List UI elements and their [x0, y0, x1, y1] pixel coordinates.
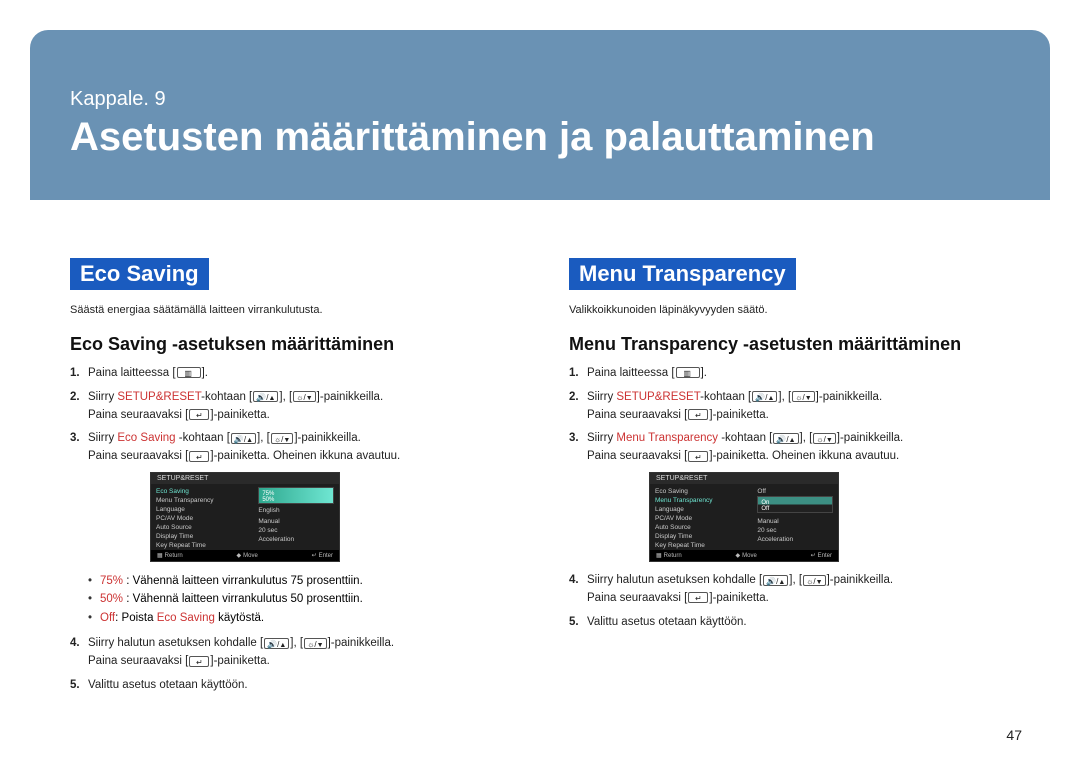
- osd-menu-list: Eco Saving Menu Transparency Language PC…: [655, 487, 753, 550]
- vol-up-icon: 🔊/: [773, 433, 798, 444]
- menu-subtitle: Menu Transparency -asetusten määrittämin…: [569, 334, 1020, 355]
- eco-step-5: 5. Valittu asetus otetaan käyttöön.: [70, 677, 521, 695]
- content-area: Eco Saving Säästä energiaa säätämällä la…: [70, 258, 1020, 701]
- vol-up-icon: 🔊/: [231, 433, 256, 444]
- menu-steps: 1. Paina laitteessa [▥]. 2. Siirry SETUP…: [569, 365, 1020, 466]
- eco-options-list: 75% : Vähennä laitteen virrankulutus 75 …: [88, 572, 521, 627]
- page-number: 47: [1006, 727, 1022, 743]
- osd-footer: ▦ Return ◆ Move ↵ Enter: [650, 550, 838, 561]
- bright-down-icon: ☼/: [293, 391, 316, 402]
- enter-button-icon: ↵: [688, 409, 708, 420]
- chapter-title: Asetusten määrittäminen ja palauttaminen: [70, 115, 875, 160]
- enter-button-icon: ↵: [189, 656, 209, 667]
- bright-down-icon: ☼/: [803, 575, 826, 586]
- eco-osd-screenshot: SETUP&RESET Eco Saving Menu Transparency…: [150, 472, 340, 562]
- menu-intro: Valikkoikkunoiden läpinäkyvyyden säätö.: [569, 304, 1020, 316]
- menu-steps-cont: 4. Siirry halutun asetuksen kohdalle [🔊/…: [569, 572, 1020, 631]
- eco-opt-off: Off: Poista Eco Saving käytöstä.: [88, 609, 521, 627]
- eco-subtitle: Eco Saving -asetuksen määrittäminen: [70, 334, 521, 355]
- menu-step-5: 5. Valittu asetus otetaan käyttöön.: [569, 614, 1020, 632]
- enter-button-icon: ↵: [688, 592, 708, 603]
- menu-step-1: 1. Paina laitteessa [▥].: [569, 365, 1020, 383]
- chapter-label: Kappale. 9: [70, 88, 166, 111]
- menu-button-icon: ▥: [676, 367, 700, 378]
- osd-title: SETUP&RESET: [151, 473, 339, 484]
- eco-title: Eco Saving: [70, 258, 209, 290]
- vol-up-icon: 🔊/: [264, 638, 289, 649]
- menu-title: Menu Transparency: [569, 258, 796, 290]
- osd-values: Off OnOff Manual 20 sec Acceleration: [757, 487, 833, 550]
- eco-opt-50: 50% : Vähennä laitteen virrankulutus 50 …: [88, 590, 521, 608]
- osd-preview: OnOff: [757, 496, 833, 513]
- osd-footer: ▦ Return ◆ Move ↵ Enter: [151, 550, 339, 561]
- osd-values: 75%50% English Manual 20 sec Acceleratio…: [258, 487, 334, 550]
- menu-transparency-section: Menu Transparency Valikkoikkunoiden läpi…: [569, 258, 1020, 701]
- vol-up-icon: 🔊/: [763, 575, 788, 586]
- bright-down-icon: ☼/: [304, 638, 327, 649]
- vol-up-icon: 🔊/: [253, 391, 278, 402]
- osd-menu-list: Eco Saving Menu Transparency Language PC…: [156, 487, 254, 550]
- eco-saving-section: Eco Saving Säästä energiaa säätämällä la…: [70, 258, 521, 701]
- osd-title: SETUP&RESET: [650, 473, 838, 484]
- eco-opt-75: 75% : Vähennä laitteen virrankulutus 75 …: [88, 572, 521, 590]
- menu-step-3: 3. Siirry Menu Transparency -kohtaan [🔊/…: [569, 430, 1020, 466]
- enter-button-icon: ↵: [688, 451, 708, 462]
- bright-down-icon: ☼/: [813, 433, 836, 444]
- enter-button-icon: ↵: [189, 409, 209, 420]
- eco-steps: 1. Paina laitteessa [▥]. 2. Siirry SETUP…: [70, 365, 521, 466]
- osd-preview: 75%50%: [258, 487, 334, 504]
- menu-step-2: 2. Siirry SETUP&RESET-kohtaan [🔊/], [☼/]…: [569, 389, 1020, 425]
- enter-button-icon: ↵: [189, 451, 209, 462]
- eco-step-1: 1. Paina laitteessa [▥].: [70, 365, 521, 383]
- eco-step-2: 2. Siirry SETUP&RESET-kohtaan [🔊/], [☼/]…: [70, 389, 521, 425]
- menu-osd-screenshot: SETUP&RESET Eco Saving Menu Transparency…: [649, 472, 839, 562]
- vol-up-icon: 🔊/: [752, 391, 777, 402]
- bright-down-icon: ☼/: [271, 433, 294, 444]
- menu-step-4: 4. Siirry halutun asetuksen kohdalle [🔊/…: [569, 572, 1020, 608]
- eco-steps-cont: 4. Siirry halutun asetuksen kohdalle [🔊/…: [70, 635, 521, 694]
- bright-down-icon: ☼/: [792, 391, 815, 402]
- eco-step-3: 3. Siirry Eco Saving -kohtaan [🔊/], [☼/]…: [70, 430, 521, 466]
- eco-intro: Säästä energiaa säätämällä laitteen virr…: [70, 304, 521, 316]
- menu-button-icon: ▥: [177, 367, 201, 378]
- eco-step-4: 4. Siirry halutun asetuksen kohdalle [🔊/…: [70, 635, 521, 671]
